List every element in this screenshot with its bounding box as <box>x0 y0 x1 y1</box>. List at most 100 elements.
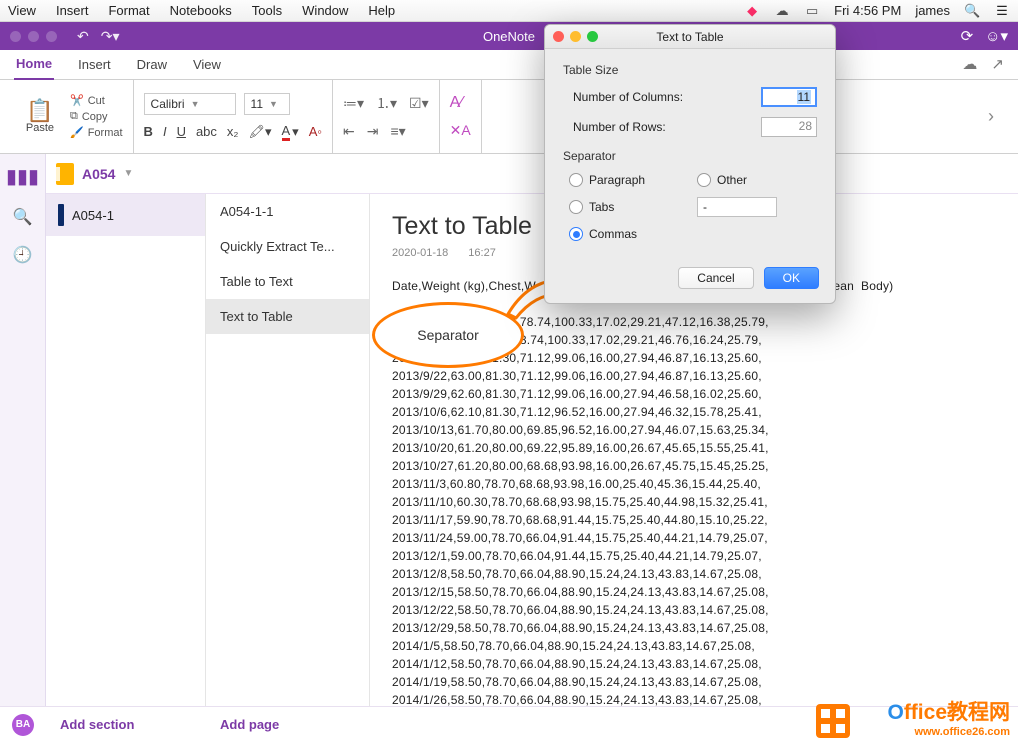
menu-format[interactable]: Format <box>108 0 149 22</box>
menu-help[interactable]: Help <box>368 0 395 22</box>
styles-clear-button[interactable]: ✕A <box>450 122 471 139</box>
window-dot[interactable] <box>10 31 21 42</box>
outdent-button[interactable]: ⇤ <box>343 123 355 140</box>
page-item[interactable]: A054-1-1 <box>206 194 369 229</box>
clear-format-button[interactable]: A◦ <box>309 124 322 139</box>
window-dot[interactable] <box>46 31 57 42</box>
copy-button[interactable]: ⧉Copy <box>70 110 123 123</box>
checklist-button[interactable]: ☑▾ <box>409 95 429 112</box>
radio-paragraph[interactable]: Paragraph <box>569 173 689 187</box>
list-icon[interactable]: ☰ <box>994 0 1010 22</box>
text-to-table-dialog: Text to Table Table Size Number of Colum… <box>544 24 836 304</box>
page-time: 16:27 <box>468 247 496 259</box>
watermark: Office教程网 www.office26.com <box>887 696 1010 738</box>
mac-menu-bar: View Insert Format Notebooks Tools Window Help… <box>0 0 1018 22</box>
cloud-content-icon[interactable]: ☁︎ <box>962 55 977 73</box>
dialog-title-bar[interactable]: Text to Table <box>545 25 835 49</box>
columns-label: Number of Columns: <box>573 90 683 104</box>
ribbon-tabs: Home Insert Draw View ☁︎ ↗ <box>0 50 1018 80</box>
other-separator-input[interactable]: - <box>697 197 777 217</box>
section-item[interactable]: A054-1 <box>46 194 205 236</box>
smile-icon[interactable]: ☺▾ <box>985 27 1008 45</box>
displays-icon[interactable]: ▭ <box>804 0 820 22</box>
ruby-icon[interactable]: ◆ <box>744 0 760 22</box>
ribbon: 📋 Paste ✂️Cut ⧉Copy 🖌️Format Calibri▼ 11… <box>0 80 1018 154</box>
align-button[interactable]: ≡▾ <box>390 123 405 140</box>
add-page-button[interactable]: Add page <box>206 717 370 732</box>
indent-button[interactable]: ⇥ <box>367 123 379 140</box>
underline-button[interactable]: U <box>177 124 186 139</box>
zoom-icon[interactable] <box>587 31 598 42</box>
tab-view[interactable]: View <box>191 51 223 79</box>
dialog-title: Text to Table <box>656 30 723 44</box>
radio-tabs[interactable]: Tabs <box>569 200 689 214</box>
bullets-button[interactable]: ≔▾ <box>343 95 364 112</box>
tab-insert[interactable]: Insert <box>76 51 113 79</box>
subscript-button[interactable]: x₂ <box>227 124 239 139</box>
page-item[interactable]: Quickly Extract Te... <box>206 229 369 264</box>
recent-icon[interactable]: 🕘 <box>13 245 33 265</box>
format-painter-button[interactable]: 🖌️Format <box>70 126 123 139</box>
menu-user[interactable]: james <box>915 0 950 22</box>
separator-callout: Separator <box>372 302 524 368</box>
strike-button[interactable]: abc <box>196 124 217 139</box>
sync-icon[interactable]: ⟳ <box>961 27 974 45</box>
callout-label: Separator <box>417 327 478 343</box>
cancel-button[interactable]: Cancel <box>678 267 753 289</box>
menu-clock[interactable]: Fri 4:56 PM <box>834 0 901 22</box>
avatar[interactable]: BA <box>12 714 34 736</box>
app-title: OneNote <box>0 29 1018 44</box>
page-date: 2020-01-18 <box>392 247 448 259</box>
spotlight-icon[interactable]: 🔍 <box>964 0 980 22</box>
rows-input[interactable]: 28 <box>761 117 817 137</box>
notebook-name: A054 <box>82 166 115 182</box>
nav-rail: ▮▮▮ 🔍 🕘 <box>0 154 46 706</box>
ok-button[interactable]: OK <box>764 267 819 289</box>
group-table-size: Table Size <box>563 63 817 77</box>
rows-label: Number of Rows: <box>573 120 666 134</box>
app-title-bar: ↶ ↷▾ OneNote ⟳ ☺▾ <box>0 22 1018 50</box>
chevron-down-icon: ▼ <box>123 168 133 179</box>
numbering-button[interactable]: ⒈▾ <box>376 93 397 113</box>
notebook-bar[interactable]: A054 ▼ <box>46 154 1018 194</box>
radio-other[interactable]: Other <box>697 173 817 187</box>
tab-home[interactable]: Home <box>14 50 54 80</box>
group-separator: Separator <box>563 149 817 163</box>
font-size-select[interactable]: 11▼ <box>244 93 290 115</box>
page-item[interactable]: Text to Table <box>206 299 369 334</box>
tab-draw[interactable]: Draw <box>135 51 169 79</box>
redo-button[interactable]: ↷▾ <box>97 28 124 45</box>
font-name-select[interactable]: Calibri▼ <box>144 93 236 115</box>
notebooks-icon[interactable]: ▮▮▮ <box>6 164 39 189</box>
menu-window[interactable]: Window <box>302 0 348 22</box>
bold-button[interactable]: B <box>144 124 153 139</box>
styles-button[interactable]: A⁄ <box>450 94 463 112</box>
font-color-button[interactable]: A▾ <box>282 123 299 141</box>
footer-bar: BA Add section Add page <box>0 706 1018 742</box>
add-section-button[interactable]: Add section <box>46 717 206 732</box>
highlight-button[interactable]: 🖍▾ <box>248 124 271 140</box>
share-icon[interactable]: ↗ <box>991 55 1004 73</box>
menu-tools[interactable]: Tools <box>252 0 282 22</box>
close-icon[interactable] <box>553 31 564 42</box>
section-label: A054-1 <box>72 208 114 223</box>
menu-notebooks[interactable]: Notebooks <box>170 0 232 22</box>
search-icon[interactable]: 🔍 <box>13 207 33 227</box>
notebook-icon <box>56 163 74 185</box>
window-dot[interactable] <box>28 31 39 42</box>
page-list: A054-1-1Quickly Extract Te...Table to Te… <box>206 194 370 706</box>
italic-button[interactable]: I <box>163 124 167 139</box>
menu-insert[interactable]: Insert <box>56 0 89 22</box>
undo-button[interactable]: ↶ <box>73 28 93 45</box>
cut-button[interactable]: ✂️Cut <box>70 94 123 107</box>
cloud-icon[interactable]: ☁︎ <box>774 0 790 22</box>
section-list: A054-1 <box>46 194 206 706</box>
paste-button[interactable]: 📋 Paste <box>18 80 62 153</box>
minimize-icon[interactable] <box>570 31 581 42</box>
page-item[interactable]: Table to Text <box>206 264 369 299</box>
radio-commas[interactable]: Commas <box>569 227 689 241</box>
section-color-stripe <box>58 204 64 226</box>
menu-view[interactable]: View <box>8 0 36 22</box>
columns-input[interactable]: 11 <box>761 87 817 107</box>
watermark-logo <box>816 704 850 738</box>
